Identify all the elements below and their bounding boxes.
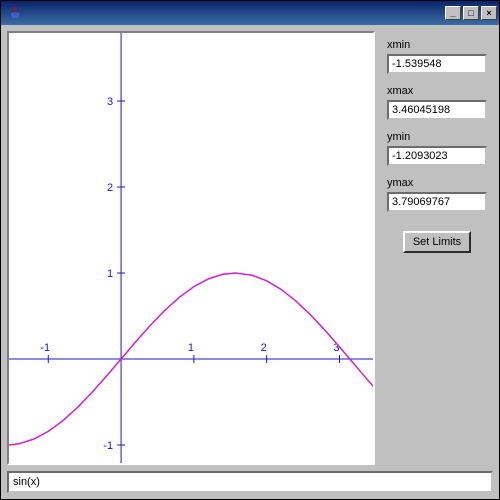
xmin-input[interactable]	[387, 54, 487, 74]
xmax-input[interactable]	[387, 100, 487, 120]
xmin-label: xmin	[387, 39, 487, 51]
client-area: -1123-1123 xmin xmax ymin ymax Set Limit…	[1, 25, 499, 499]
svg-text:1: 1	[107, 268, 113, 280]
expression-input[interactable]	[7, 471, 493, 493]
ymax-input[interactable]	[387, 192, 487, 212]
app-window: _ □ × -1123-1123 xmin xmax ymin ymax Set…	[0, 0, 500, 500]
plot-canvas: -1123-1123	[9, 33, 373, 463]
close-button[interactable]: ×	[481, 6, 497, 20]
ymin-label: ymin	[387, 131, 487, 143]
titlebar: _ □ ×	[1, 1, 499, 25]
maximize-button[interactable]: □	[463, 6, 479, 20]
limits-panel: xmin xmax ymin ymax Set Limits	[381, 31, 493, 465]
xmax-label: xmax	[387, 85, 487, 97]
ymin-input[interactable]	[387, 146, 487, 166]
svg-text:2: 2	[261, 342, 267, 354]
window-buttons: _ □ ×	[445, 6, 497, 20]
main-row: -1123-1123 xmin xmax ymin ymax Set Limit…	[7, 31, 493, 465]
svg-text:2: 2	[107, 182, 113, 194]
set-limits-button[interactable]: Set Limits	[403, 231, 471, 253]
svg-text:3: 3	[107, 96, 113, 108]
svg-text:-1: -1	[40, 342, 50, 354]
minimize-button[interactable]: _	[445, 6, 461, 20]
svg-text:-1: -1	[103, 440, 113, 452]
plot-area[interactable]: -1123-1123	[7, 31, 375, 465]
ymax-label: ymax	[387, 177, 487, 189]
svg-text:1: 1	[188, 342, 194, 354]
java-icon	[7, 5, 23, 21]
